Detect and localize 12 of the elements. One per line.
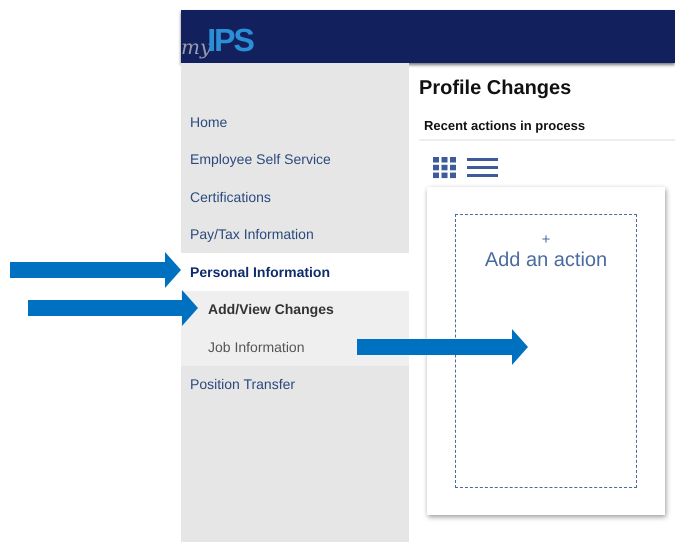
nav-item[interactable]: Pay/Tax Information bbox=[181, 216, 409, 253]
page-title: Profile Changes bbox=[419, 77, 572, 100]
nav-item[interactable]: Employee Self Service bbox=[181, 140, 409, 178]
section-heading: Recent actions in process bbox=[419, 118, 675, 141]
nav-subitem[interactable]: Add/View Changes bbox=[181, 290, 409, 328]
grid-view-icon[interactable] bbox=[433, 157, 457, 179]
nav-subitem[interactable]: Job Information bbox=[181, 328, 409, 366]
nav-item[interactable]: Certifications bbox=[181, 178, 409, 216]
list-view-icon[interactable] bbox=[467, 157, 498, 179]
nav-item[interactable]: Personal Information bbox=[181, 253, 409, 290]
nav-item[interactable]: Position Transfer bbox=[181, 366, 409, 403]
nav-item[interactable]: Home bbox=[181, 103, 409, 140]
